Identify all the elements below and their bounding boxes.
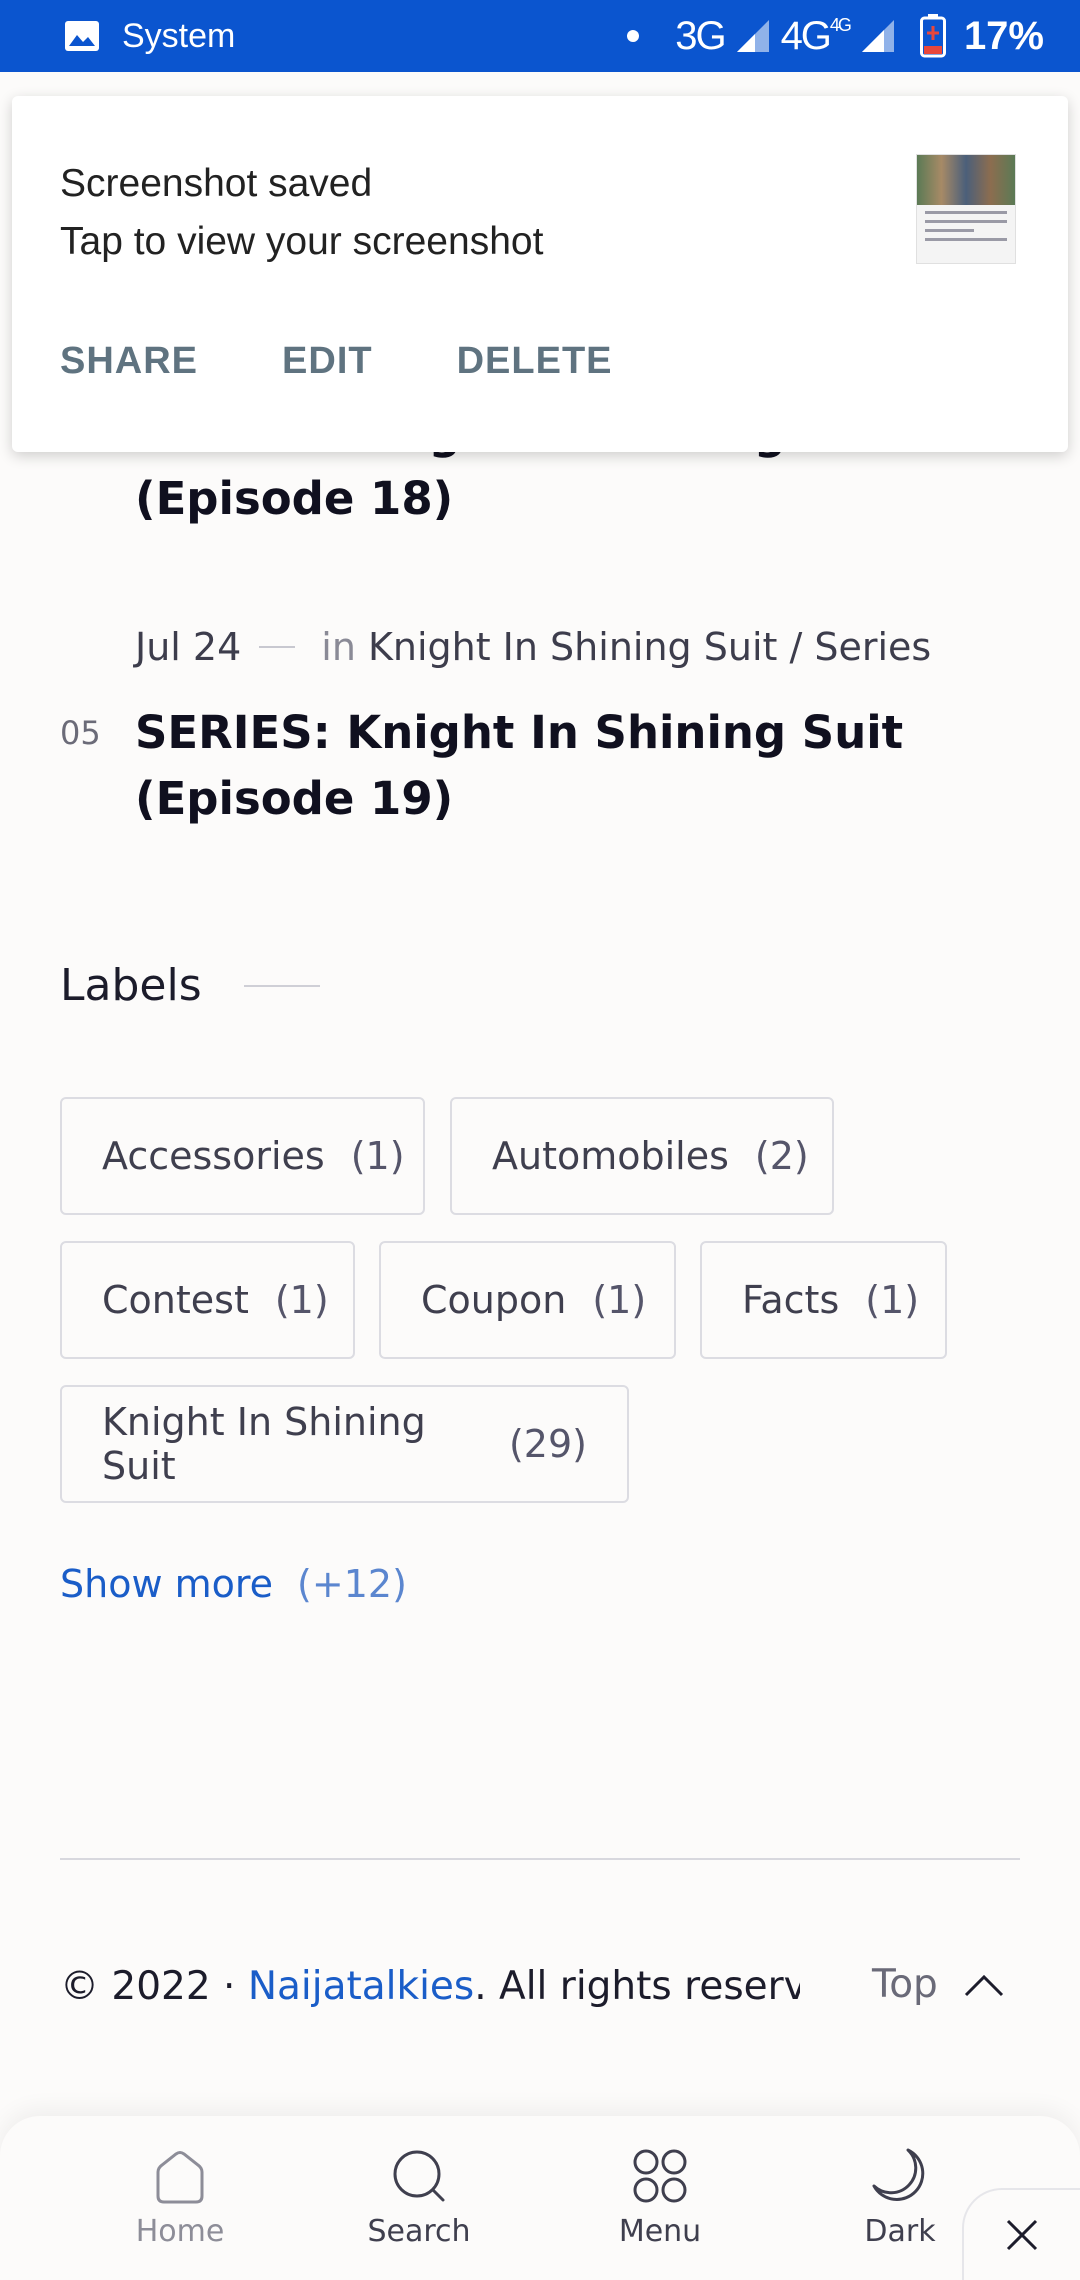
label-chip-name: Facts [742, 1278, 840, 1322]
moon-icon [872, 2148, 925, 2201]
nav-menu[interactable]: Menu [580, 2146, 740, 2249]
notification-actions: SHARE EDIT DELETE [60, 340, 613, 383]
thumbnail-line [925, 238, 1007, 241]
post-title-link[interactable]: SERIES: Knight In Shining Suit (Episode … [135, 700, 1035, 832]
label-chip-name: Knight In Shining Suit [102, 1400, 426, 1488]
thumbnail-line [925, 211, 1007, 214]
label-chip-contest[interactable]: Contest (1) [60, 1241, 355, 1359]
delete-button[interactable]: DELETE [457, 340, 613, 383]
label-chip-name: Contest [102, 1278, 249, 1322]
show-more-label: Show more [60, 1562, 274, 1606]
label-chip-count: (1) [865, 1278, 920, 1322]
menu-grid-icon [633, 2149, 687, 2203]
share-button[interactable]: SHARE [60, 340, 198, 383]
nav-home[interactable]: Home [100, 2146, 260, 2249]
thumbnail-line [925, 220, 1007, 223]
label-chip-name: Accessories [102, 1134, 325, 1178]
label-chip-name: Automobiles [492, 1134, 729, 1178]
post-category-link[interactable]: Knight In Shining Suit / Series [368, 625, 931, 669]
label-chip-count: (1) [592, 1278, 647, 1322]
notification-dot-icon [627, 30, 640, 42]
meta-divider [259, 646, 296, 648]
brand-link[interactable]: Naijatalkies [248, 1964, 474, 2009]
battery-percentage: 17% [963, 13, 1044, 58]
labels-heading-text: Labels [60, 960, 202, 1011]
back-to-top-label: Top [872, 1962, 938, 2007]
label-chip-name: Coupon [421, 1278, 567, 1322]
notification-subtitle: Tap to view your screenshot [60, 220, 544, 263]
label-chip-automobiles[interactable]: Automobiles (2) [450, 1097, 834, 1215]
status-bar: System 3G 4G4G 17% [0, 0, 1080, 72]
close-button[interactable] [962, 2188, 1080, 2280]
network-3g-label: 3G [675, 13, 726, 58]
signal-3g-icon [736, 20, 769, 52]
home-icon [156, 2151, 204, 2204]
thumbnail-image [917, 155, 1015, 205]
label-chip-count: (1) [350, 1134, 405, 1178]
thumbnail-line [925, 229, 974, 232]
footer-divider [60, 1858, 1020, 1860]
copyright-prefix: © 2022 · [60, 1964, 248, 2009]
edit-button[interactable]: EDIT [282, 340, 373, 383]
show-more-count: (+12) [297, 1562, 407, 1606]
label-chip-count: (1) [274, 1278, 329, 1322]
copyright-text: © 2022 · Naijatalkies. All rights reserv… [60, 1964, 800, 2014]
label-chip-count: (29) [508, 1422, 587, 1466]
post-meta: Jul 24 in Knight In Shining Suit / Serie… [135, 625, 931, 669]
nav-home-label: Home [135, 2214, 225, 2249]
post-date: Jul 24 [135, 625, 242, 669]
bottom-navigation: Home Search Menu Dark [0, 2116, 1080, 2280]
nav-dark-label: Dark [864, 2214, 936, 2249]
screenshot-notification[interactable]: Screenshot saved Tap to view your screen… [12, 96, 1068, 452]
back-to-top-button[interactable]: Top [872, 1962, 1006, 2007]
labels-heading: Labels [60, 960, 320, 1011]
nav-menu-label: Menu [618, 2214, 702, 2249]
network-4g-label: 4G4G [780, 13, 852, 58]
post-number: 05 [60, 714, 101, 752]
label-chip-count: (2) [754, 1134, 809, 1178]
label-chip-knight-in-shining-suit[interactable]: Knight In Shining Suit (29) [60, 1385, 629, 1503]
status-indicators: 3G 4G4G 17% [627, 14, 1044, 59]
battery-icon [919, 14, 946, 58]
show-more-link[interactable]: Show more (+12) [60, 1562, 407, 1606]
screenshot-thumbnail[interactable] [916, 154, 1016, 264]
copyright-suffix: . All rights reserved [474, 1964, 800, 2009]
nav-search[interactable]: Search [339, 2146, 499, 2249]
label-chip-facts[interactable]: Facts (1) [700, 1241, 947, 1359]
status-app-label: System [122, 16, 236, 55]
notification-title: Screenshot saved [60, 162, 373, 205]
search-icon [393, 2150, 445, 2202]
nav-dark-mode[interactable]: Dark [820, 2146, 980, 2249]
chevron-up-icon [964, 1974, 1003, 1996]
label-chip-accessories[interactable]: Accessories (1) [60, 1097, 425, 1215]
heading-rule [243, 984, 320, 987]
signal-4g-icon [861, 20, 894, 52]
label-chip-coupon[interactable]: Coupon (1) [379, 1241, 676, 1359]
meta-in-word: in [321, 625, 356, 669]
close-icon [1006, 2219, 1038, 2251]
image-icon [65, 21, 99, 51]
nav-search-label: Search [367, 2214, 471, 2249]
